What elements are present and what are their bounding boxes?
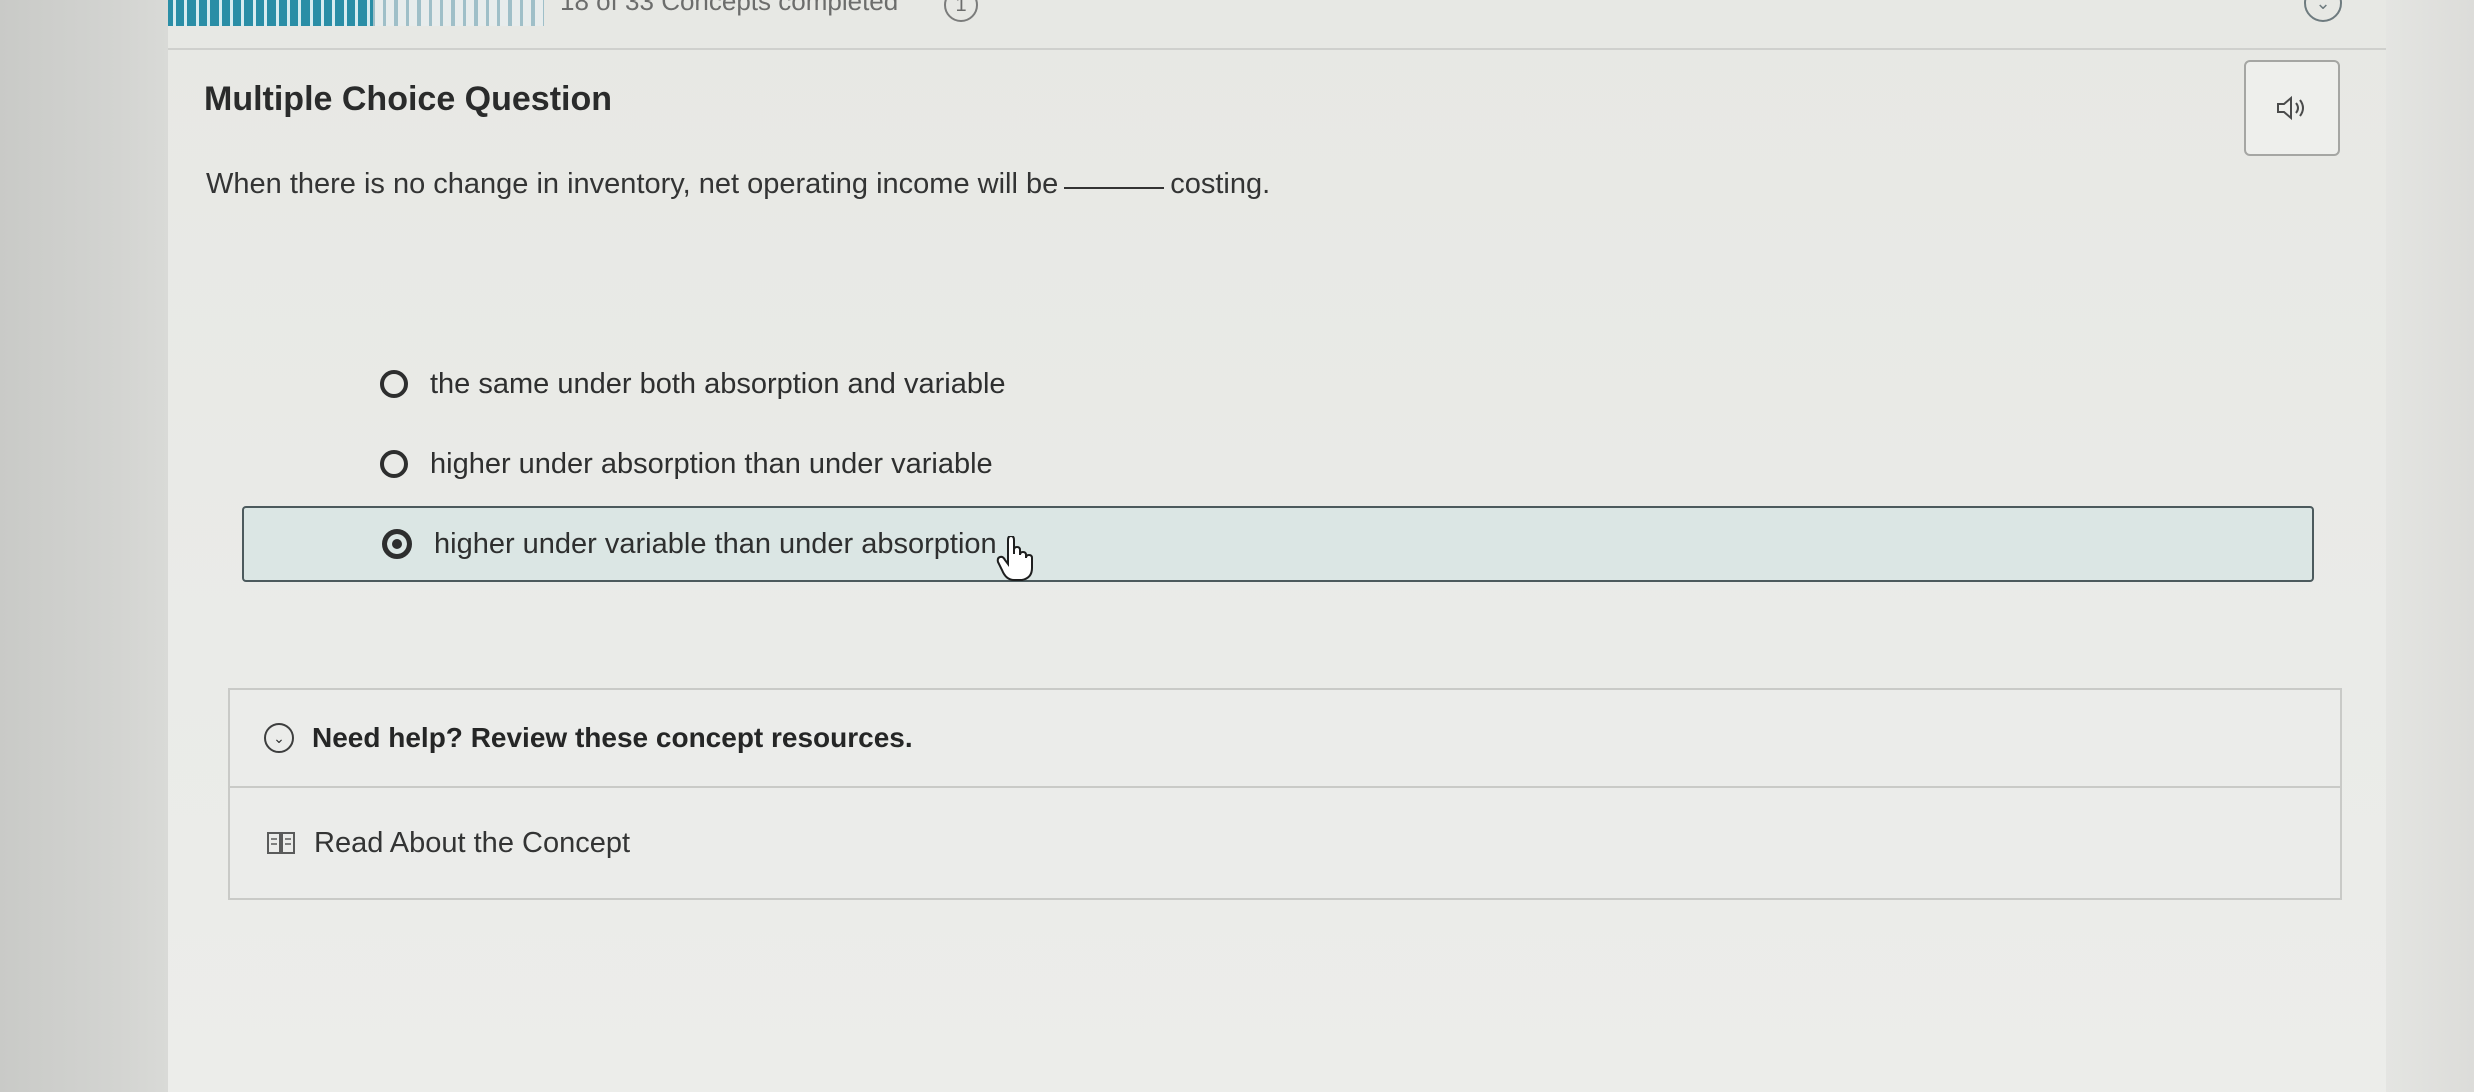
left-margin bbox=[0, 0, 168, 1092]
speaker-icon bbox=[2277, 95, 2304, 121]
question-text-before: When there is no change in inventory, ne… bbox=[206, 168, 1059, 200]
progress-segment-complete bbox=[304, 0, 317, 26]
progress-segment-incomplete bbox=[418, 0, 430, 26]
answer-option-label: higher under absorption than under varia… bbox=[430, 447, 993, 480]
progress-segment-complete bbox=[350, 0, 362, 26]
progress-segment-incomplete bbox=[373, 0, 385, 26]
progress-segment-complete bbox=[293, 0, 305, 26]
progress-segment-complete bbox=[281, 0, 294, 26]
resource-label: Read About the Concept bbox=[314, 826, 631, 859]
progress-segment-complete bbox=[224, 0, 237, 26]
answer-option[interactable]: the same under both absorption and varia… bbox=[242, 348, 2310, 420]
radio-button[interactable] bbox=[380, 450, 408, 478]
chevron-down-icon[interactable]: ⌄ bbox=[264, 723, 294, 753]
question-text-after: costing. bbox=[1170, 168, 1271, 200]
progress-segment-complete bbox=[190, 0, 203, 26]
progress-segment-incomplete bbox=[521, 0, 533, 26]
progress-segment-incomplete bbox=[441, 0, 453, 26]
progress-info-icon[interactable]: 1 bbox=[944, 0, 978, 22]
progress-segment-incomplete bbox=[532, 0, 544, 26]
answer-option-selected[interactable]: higher under variable than under absorpt… bbox=[242, 506, 2314, 582]
right-margin bbox=[2386, 0, 2474, 1092]
progress-segment-complete bbox=[327, 0, 339, 26]
divider bbox=[168, 48, 2386, 50]
progress-segment-incomplete bbox=[464, 0, 476, 26]
radio-button-selected[interactable] bbox=[382, 529, 412, 559]
progress-area: 18 of 33 Concepts completed 1 ⌄ bbox=[168, 0, 2386, 48]
progress-segment-complete bbox=[316, 0, 328, 26]
chevron-down-icon[interactable]: ⌄ bbox=[2304, 0, 2342, 22]
radio-button[interactable] bbox=[380, 370, 408, 398]
progress-segment-incomplete bbox=[486, 0, 499, 26]
progress-segment-complete bbox=[259, 0, 271, 26]
answer-option-label: higher under variable than under absorpt… bbox=[434, 527, 997, 560]
progress-segment-complete bbox=[247, 0, 260, 26]
hand-cursor-icon bbox=[996, 536, 1033, 581]
answer-option[interactable]: higher under absorption than under varia… bbox=[242, 428, 2310, 500]
audio-button[interactable] bbox=[2244, 60, 2340, 156]
question-type-title: Multiple Choice Question bbox=[204, 80, 613, 118]
progress-segment-complete bbox=[236, 0, 248, 26]
resource-link[interactable]: Read About the Concept bbox=[230, 788, 2340, 898]
progress-segment-incomplete bbox=[384, 0, 396, 26]
progress-segment-incomplete bbox=[509, 0, 522, 26]
progress-segment-incomplete bbox=[475, 0, 487, 26]
progress-segment-incomplete bbox=[395, 0, 408, 26]
progress-segment-complete bbox=[338, 0, 351, 26]
progress-segment-incomplete bbox=[407, 0, 419, 26]
progress-text: 18 of 33 Concepts completed bbox=[560, 0, 899, 16]
progress-segment-incomplete bbox=[452, 0, 465, 26]
question-prompt: When there is no change in inventory, ne… bbox=[206, 168, 1270, 201]
progress-segment-complete bbox=[202, 0, 214, 26]
answer-option-label: the same under both absorption and varia… bbox=[430, 367, 1006, 400]
concept-resources-panel: ⌄ Need help? Review these concept resour… bbox=[228, 688, 2342, 900]
progress-segment-complete bbox=[179, 0, 191, 26]
book-icon bbox=[267, 832, 295, 854]
progress-segment-complete bbox=[270, 0, 282, 26]
progress-segment-complete bbox=[213, 0, 225, 26]
progress-segment-complete bbox=[168, 0, 180, 26]
answer-blank bbox=[1064, 187, 1165, 189]
help-header-label: Need help? Review these concept resource… bbox=[312, 722, 913, 753]
concept-resources-header[interactable]: ⌄ Need help? Review these concept resour… bbox=[230, 690, 2340, 788]
progress-bar bbox=[168, 0, 544, 26]
progress-segment-incomplete bbox=[429, 0, 442, 26]
progress-segment-complete bbox=[361, 0, 374, 26]
question-page: 18 of 33 Concepts completed 1 ⌄ Multiple… bbox=[168, 0, 2386, 1092]
progress-segment-incomplete bbox=[498, 0, 510, 26]
